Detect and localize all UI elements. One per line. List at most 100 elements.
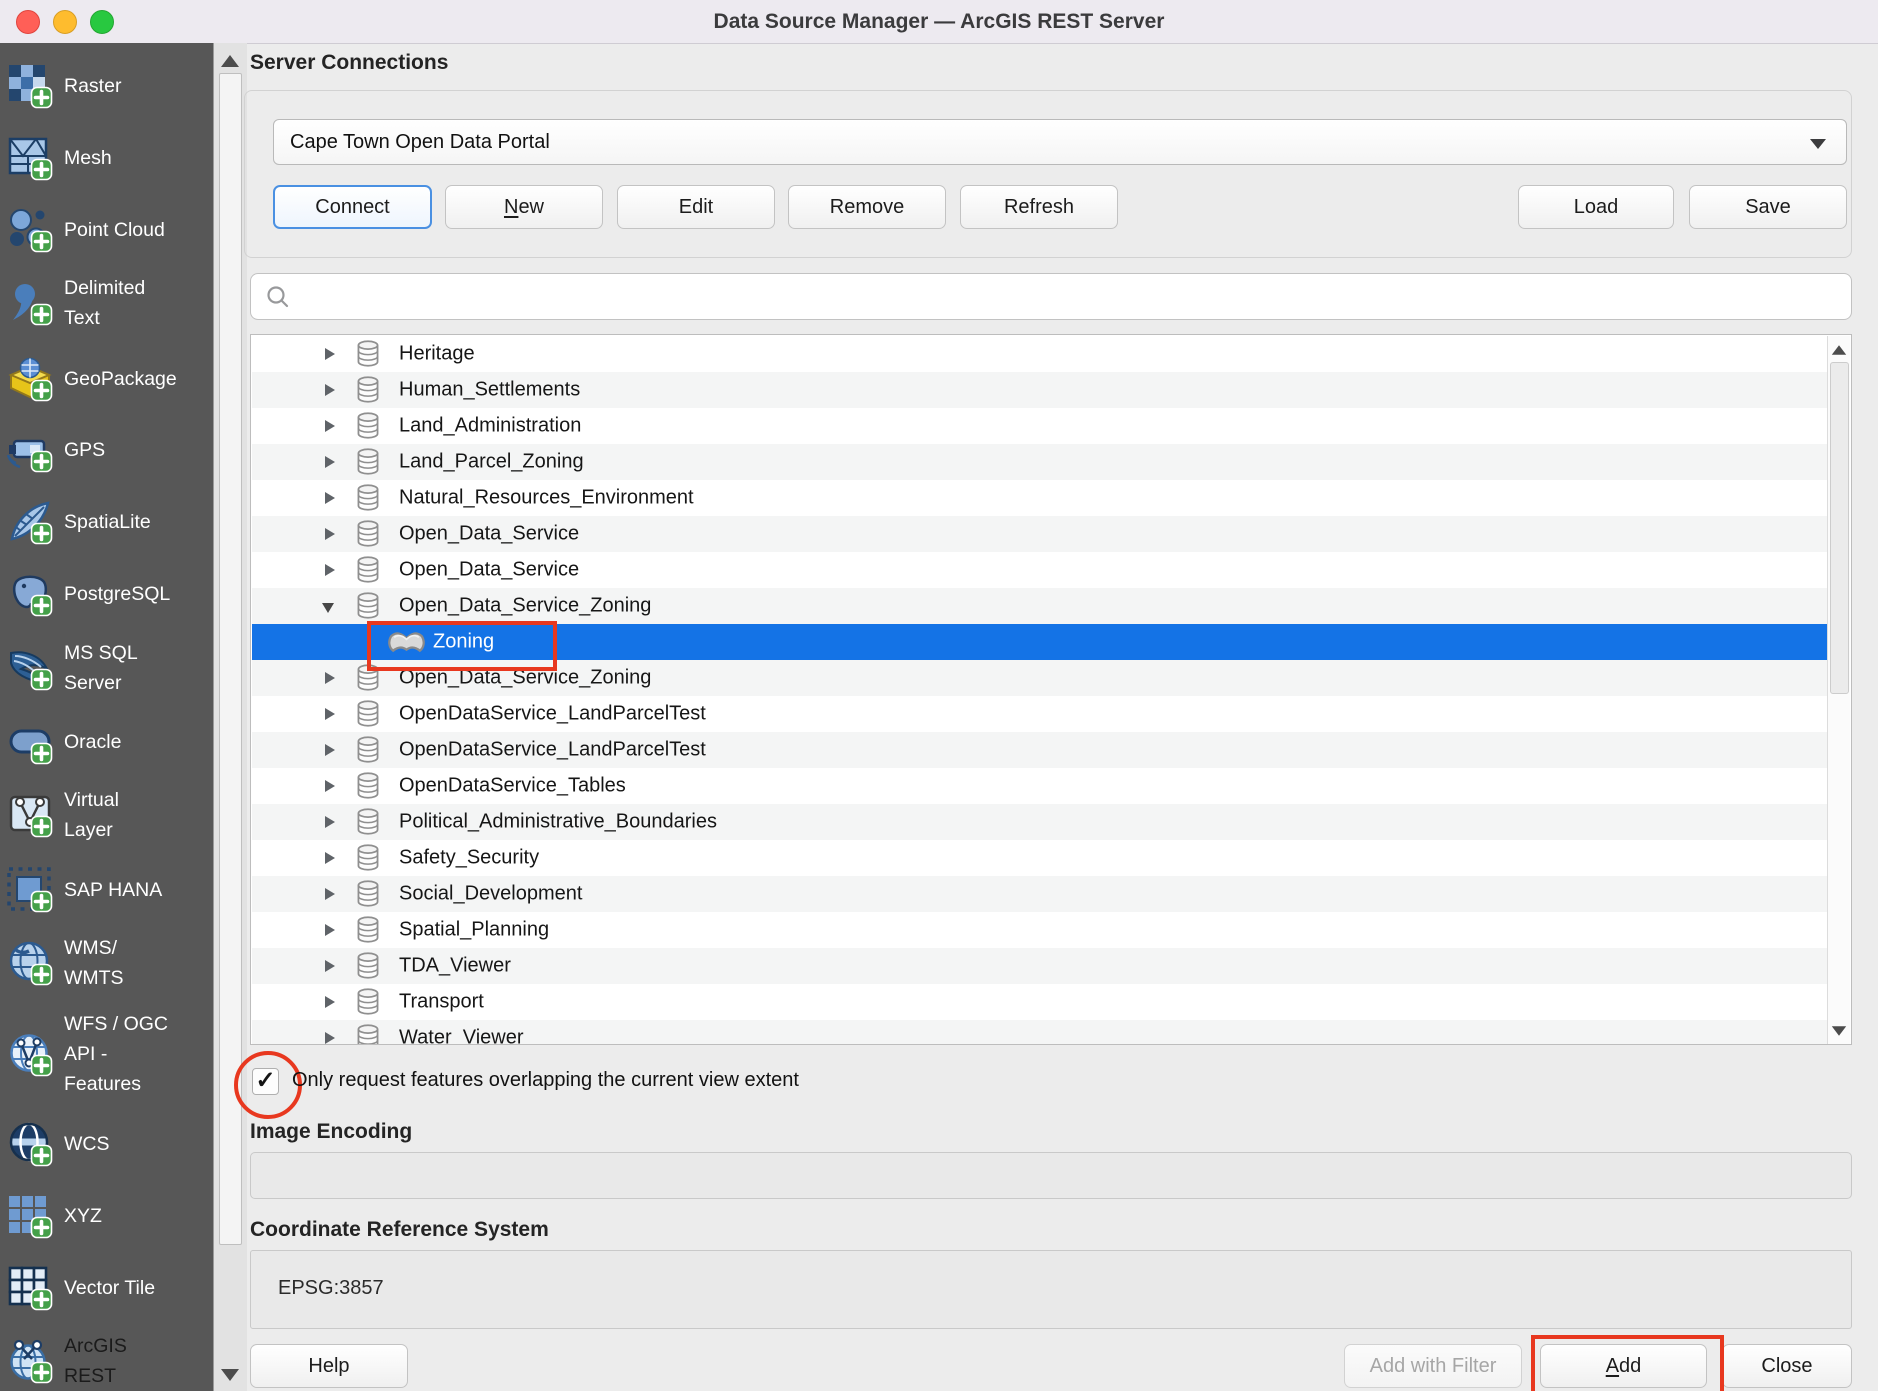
expand-arrow-icon[interactable] bbox=[325, 744, 335, 756]
tree-row-tda_viewer[interactable]: TDA_Viewer bbox=[252, 948, 1830, 984]
scroll-up-icon[interactable] bbox=[221, 55, 239, 67]
edit-button[interactable]: Edit bbox=[617, 185, 775, 229]
tree-row-open_data_service_zoning[interactable]: Open_Data_Service_Zoning bbox=[252, 588, 1830, 624]
close-button-label: Close bbox=[1761, 1355, 1812, 1378]
sidebar-item-mesh[interactable]: Mesh bbox=[0, 123, 213, 193]
expand-arrow-icon[interactable] bbox=[325, 384, 335, 396]
add-button[interactable]: Add bbox=[1540, 1344, 1707, 1388]
crs-box[interactable] bbox=[250, 1250, 1852, 1329]
expand-arrow-icon[interactable] bbox=[325, 780, 335, 792]
new-button[interactable]: New bbox=[445, 185, 603, 229]
sidebar-item-ms-sql-server[interactable]: MS SQL Server bbox=[0, 618, 213, 718]
remove-button[interactable]: Remove bbox=[788, 185, 946, 229]
help-button-label: Help bbox=[308, 1355, 349, 1378]
expand-arrow-icon[interactable] bbox=[325, 708, 335, 720]
sidebar-item-delimited-text[interactable]: Delimited Text bbox=[0, 253, 213, 353]
expand-arrow-icon[interactable] bbox=[325, 852, 335, 864]
sidebar-scrollbar[interactable] bbox=[213, 43, 247, 1391]
expand-arrow-icon[interactable] bbox=[325, 888, 335, 900]
sidebar-item-wfs-ogc-api-features[interactable]: WFS / OGC API - Features bbox=[0, 989, 213, 1119]
tree-row-label: Political_Administrative_Boundaries bbox=[399, 811, 717, 834]
search-box bbox=[250, 273, 1852, 320]
expand-arrow-icon[interactable] bbox=[325, 564, 335, 576]
tree-scrollbar[interactable] bbox=[1827, 336, 1850, 1045]
sidebar-item-virtual-layer[interactable]: Virtual Layer bbox=[0, 765, 213, 865]
tree-row-opendataservice_landparceltest[interactable]: OpenDataService_LandParcelTest bbox=[252, 696, 1830, 732]
sidebar-item-label: GPS bbox=[64, 435, 105, 465]
tree-scrollbar-thumb[interactable] bbox=[1830, 362, 1849, 694]
tree-row-label: Human_Settlements bbox=[399, 379, 580, 402]
sidebar-item-label: Mesh bbox=[64, 143, 112, 173]
tree-row-zoning[interactable]: Zoning bbox=[252, 624, 1830, 660]
expand-arrow-icon[interactable] bbox=[325, 816, 335, 828]
service-folder-icon bbox=[356, 592, 380, 624]
tree-row-label: Open_Data_Service bbox=[399, 523, 579, 546]
expand-arrow-icon[interactable] bbox=[325, 1032, 335, 1044]
save-button[interactable]: Save bbox=[1689, 185, 1847, 229]
help-button[interactable]: Help bbox=[250, 1344, 408, 1388]
expand-arrow-icon[interactable] bbox=[325, 996, 335, 1008]
expand-arrow-icon[interactable] bbox=[325, 672, 335, 684]
service-folder-icon bbox=[356, 844, 380, 876]
sidebar-item-label: XYZ bbox=[64, 1201, 102, 1231]
tree-row-transport[interactable]: Transport bbox=[252, 984, 1830, 1020]
tree-row-human_settlements[interactable]: Human_Settlements bbox=[252, 372, 1830, 408]
service-folder-icon bbox=[356, 880, 380, 912]
tree-row-opendataservice_tables[interactable]: OpenDataService_Tables bbox=[252, 768, 1830, 804]
titlebar: Data Source Manager — ArcGIS REST Server bbox=[0, 0, 1878, 44]
close-button[interactable]: Close bbox=[1722, 1344, 1852, 1388]
refresh-button[interactable]: Refresh bbox=[960, 185, 1118, 229]
tree-row-social_development[interactable]: Social_Development bbox=[252, 876, 1830, 912]
service-folder-icon bbox=[356, 340, 380, 372]
tree-row-water_viewer[interactable]: Water_Viewer bbox=[252, 1020, 1830, 1045]
sidebar-scrollbar-thumb[interactable] bbox=[219, 73, 242, 1245]
service-tree: Water_ViewerTransportTDA_Viewer Spatial_P… bbox=[250, 334, 1852, 1045]
connection-select[interactable]: Cape Town Open Data Portal bbox=[273, 119, 1847, 165]
sidebar-item-geopackage[interactable]: GeoPackage bbox=[0, 344, 213, 414]
view-extent-checkbox[interactable]: ✓ bbox=[252, 1068, 279, 1095]
tree-row-safety_security[interactable]: Safety_Security bbox=[252, 840, 1830, 876]
expand-arrow-icon[interactable] bbox=[325, 420, 335, 432]
tree-row-label: Heritage bbox=[399, 343, 475, 366]
tree-row-land_administration[interactable]: Land_Administration bbox=[252, 408, 1830, 444]
point-cloud-icon bbox=[6, 206, 54, 254]
sidebar-item-label: Oracle bbox=[64, 727, 121, 757]
tree-row-opendataservice_landparceltest[interactable]: OpenDataService_LandParcelTest bbox=[252, 732, 1830, 768]
sidebar-item-gps[interactable]: GPS bbox=[0, 415, 213, 485]
sidebar-item-wcs[interactable]: WCS bbox=[0, 1109, 213, 1179]
sidebar-item-raster[interactable]: Raster bbox=[0, 51, 213, 121]
tree-row-open_data_service[interactable]: Open_Data_Service bbox=[252, 516, 1830, 552]
expand-arrow-icon[interactable] bbox=[325, 924, 335, 936]
sidebar-item-arcgis-rest[interactable]: ArcGIS REST bbox=[0, 1311, 213, 1391]
tree-row-heritage[interactable]: Heritage bbox=[252, 336, 1830, 372]
expand-arrow-icon[interactable] bbox=[325, 456, 335, 468]
expand-arrow-icon[interactable] bbox=[325, 492, 335, 504]
expand-arrow-icon[interactable] bbox=[325, 348, 335, 360]
sidebar-item-spatialite[interactable]: SpatiaLite bbox=[0, 487, 213, 557]
view-extent-checkbox-label: Only request features overlapping the cu… bbox=[292, 1069, 799, 1092]
connect-button[interactable]: Connect bbox=[273, 185, 432, 229]
tree-row-spatial_planning[interactable]: Spatial_Planning bbox=[252, 912, 1830, 948]
collapse-arrow-icon[interactable] bbox=[322, 603, 334, 613]
sidebar-item-xyz[interactable]: XYZ bbox=[0, 1181, 213, 1251]
tree-row-label: Spatial_Planning bbox=[399, 919, 549, 942]
sidebar-item-label: ArcGIS REST bbox=[64, 1331, 127, 1391]
search-input[interactable] bbox=[299, 284, 1851, 309]
tree-row-label: Open_Data_Service_Zoning bbox=[399, 667, 651, 690]
tree-row-label: OpenDataService_Tables bbox=[399, 775, 626, 798]
tree-row-open_data_service[interactable]: Open_Data_Service bbox=[252, 552, 1830, 588]
tree-row-political_administrative_boundaries[interactable]: Political_Administrative_Boundaries bbox=[252, 804, 1830, 840]
tree-row-open_data_service_zoning[interactable]: Open_Data_Service_Zoning bbox=[252, 660, 1830, 696]
scroll-down-icon[interactable] bbox=[221, 1369, 239, 1381]
scroll-up-icon[interactable] bbox=[1832, 345, 1846, 355]
expand-arrow-icon[interactable] bbox=[325, 528, 335, 540]
delimited-text-icon bbox=[6, 279, 54, 327]
tree-row-land_parcel_zoning[interactable]: Land_Parcel_Zoning bbox=[252, 444, 1830, 480]
add-with-filter-button[interactable]: Add with Filter bbox=[1344, 1344, 1522, 1388]
expand-arrow-icon[interactable] bbox=[325, 960, 335, 972]
scroll-down-icon[interactable] bbox=[1832, 1026, 1846, 1036]
image-encoding-heading: Image Encoding bbox=[250, 1120, 412, 1144]
service-folder-icon bbox=[356, 1024, 380, 1045]
load-button[interactable]: Load bbox=[1518, 185, 1674, 229]
tree-row-natural_resources_environment[interactable]: Natural_Resources_Environment bbox=[252, 480, 1830, 516]
